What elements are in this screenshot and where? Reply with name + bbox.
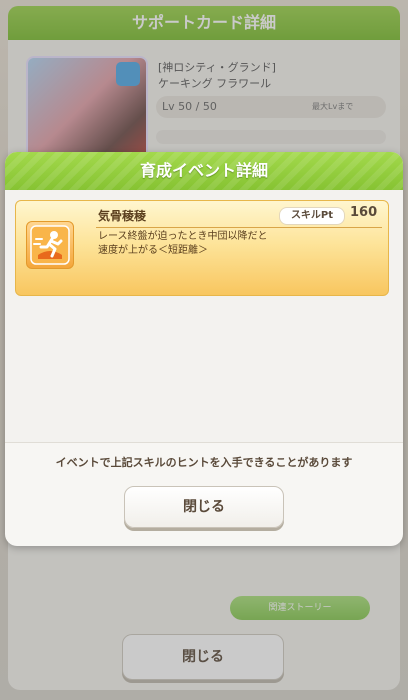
speed-runner-icon [26,221,74,269]
skill-name: 気骨稜稜 [98,209,147,223]
close-button[interactable]: 閉じる [124,486,284,528]
skill-pt-label: スキルPt [279,207,345,225]
modal-title: 育成イベント詳細 [139,161,268,180]
skill-description: レース終盤が迫ったとき中団以降だと 速度が上がる＜短距離＞ [98,231,268,256]
footer-divider [5,442,403,443]
skill-hint-card[interactable]: 気骨稜稜 スキルPt 160 レース終盤が迫ったとき中団以降だと 速度が上がる＜… [15,200,389,296]
skill-divider [96,227,382,228]
modal-body: 気骨稜稜 スキルPt 160 レース終盤が迫ったとき中団以降だと 速度が上がる＜… [5,190,403,442]
event-detail-modal: 育成イベント詳細 気骨稜稜 スキルPt 160 レース終盤が迫ったとき中団以降だ… [5,152,403,546]
hint-notice-text: イベントで上記スキルのヒントを入手できることがあります [55,456,353,469]
skill-pt-value: 160 [350,205,378,220]
modal-header: 育成イベント詳細 [5,152,403,190]
